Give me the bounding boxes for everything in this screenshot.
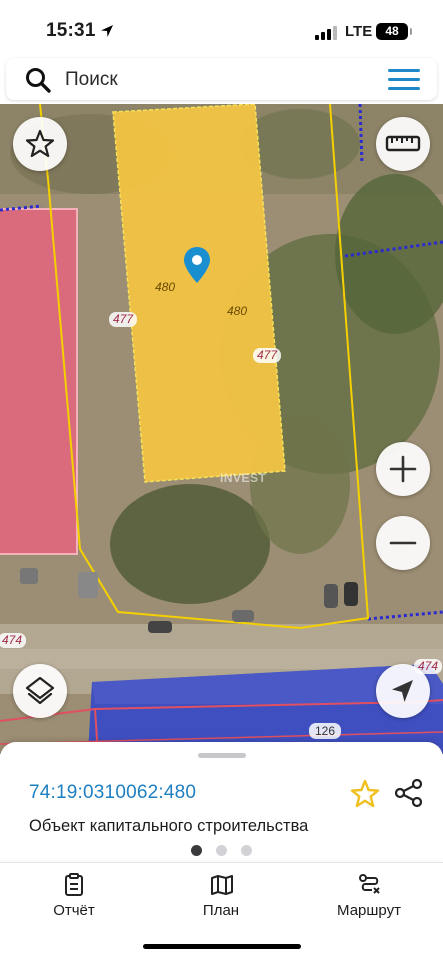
network-type: LTE	[345, 23, 373, 40]
navigation-arrow-icon	[392, 680, 413, 702]
parcel-info-sheet[interactable]: 74:19:0310062:480 Объект капитального ст…	[0, 742, 443, 860]
locate-me-button[interactable]	[376, 664, 430, 718]
plus-icon	[389, 455, 417, 483]
minus-icon	[389, 541, 417, 545]
boundary-label: 477	[253, 348, 282, 363]
share-icon[interactable]	[394, 778, 424, 808]
map-icon	[211, 875, 233, 895]
home-indicator[interactable]	[143, 944, 301, 949]
cadastral-number-link[interactable]: 74:19:0310062:480	[29, 782, 196, 804]
hamburger-menu-icon[interactable]	[388, 69, 420, 91]
layers-icon	[25, 676, 55, 705]
page-dot[interactable]	[191, 845, 202, 856]
star-outline-icon	[25, 129, 55, 158]
tab-plan[interactable]: План	[161, 863, 281, 923]
tab-report[interactable]: Отчёт	[14, 863, 134, 923]
favorite-button[interactable]	[13, 117, 67, 171]
building-number-label: 126	[309, 723, 342, 739]
ruler-icon	[385, 135, 421, 152]
star-icon[interactable]	[349, 778, 381, 810]
location-arrow-icon	[101, 25, 113, 37]
tab-label: План	[202, 902, 240, 919]
tab-label: Маршрут	[337, 902, 401, 919]
tab-route[interactable]: Маршрут	[309, 863, 429, 923]
status-bar: 15:31 LTE 48	[0, 0, 443, 56]
zoom-out-button[interactable]	[376, 516, 430, 570]
map-watermark: INVEST	[220, 471, 267, 485]
search-icon	[26, 68, 51, 93]
sheet-drag-handle[interactable]	[198, 753, 246, 758]
satellite-map[interactable]: 480 480 477 477 474 474 126 INVEST	[0, 104, 443, 754]
page-dot[interactable]	[216, 845, 227, 856]
boundary-label: 477	[109, 312, 138, 327]
map-pin-icon[interactable]	[183, 246, 211, 284]
object-type-label: Объект капитального строительства	[29, 817, 309, 835]
route-icon	[359, 874, 380, 894]
battery-indicator: 48	[376, 23, 412, 40]
page-dot[interactable]	[241, 845, 252, 856]
search-bar[interactable]: Поиск	[6, 58, 437, 100]
map-imagery	[0, 104, 443, 754]
zoom-in-button[interactable]	[376, 442, 430, 496]
status-time: 15:31	[46, 20, 96, 41]
ruler-button[interactable]	[376, 117, 430, 171]
boundary-label: 474	[0, 633, 27, 648]
page-indicator[interactable]	[191, 845, 253, 857]
tab-label: Отчёт	[53, 902, 95, 919]
search-input[interactable]: Поиск	[65, 69, 118, 91]
parcel-number-label: 480	[227, 304, 248, 318]
parcel-number-label: 480	[155, 280, 176, 294]
layers-button[interactable]	[13, 664, 67, 718]
cellular-signal-icon	[315, 26, 339, 40]
clipboard-icon	[65, 873, 83, 896]
